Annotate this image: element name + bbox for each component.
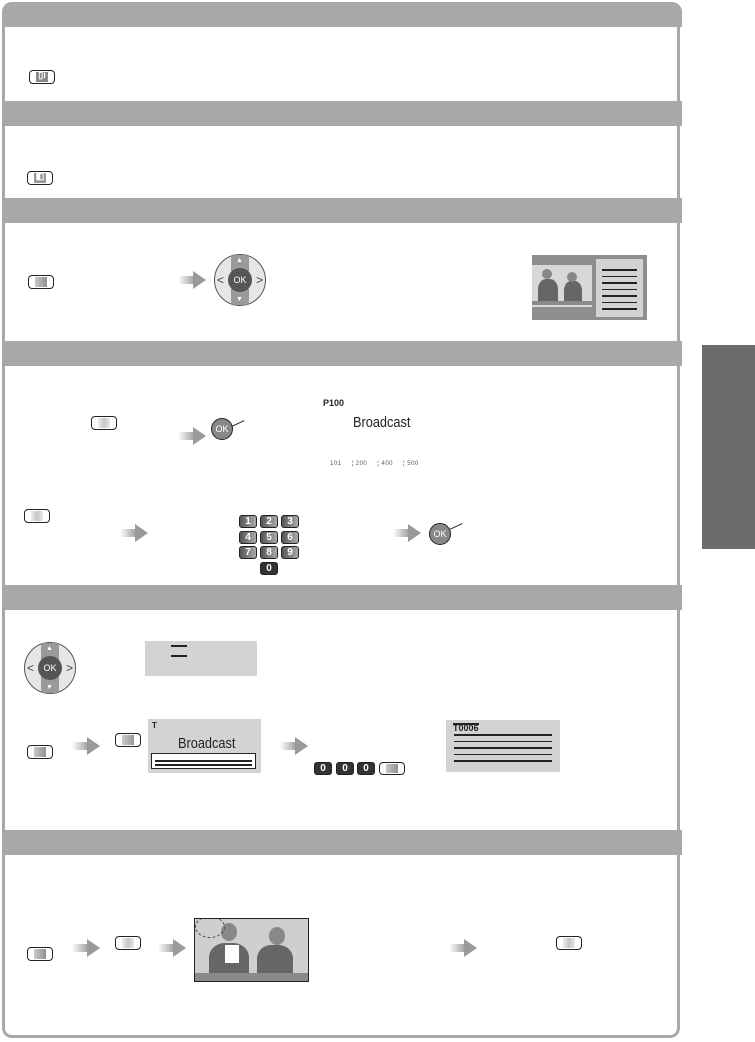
ok-button[interactable]: OK	[429, 523, 451, 545]
number-key-4[interactable]: 4	[239, 531, 257, 544]
arrow-right-icon	[449, 939, 477, 957]
up-arrow-icon[interactable]: ▲	[46, 645, 53, 652]
ok-button[interactable]: OK	[38, 656, 62, 680]
arrow-right-icon	[72, 939, 100, 957]
fastext-link[interactable]: 101	[330, 461, 342, 467]
arrow-right-icon	[178, 427, 206, 445]
fastext-link[interactable]: 400	[382, 461, 394, 467]
page-prefix: T	[152, 721, 157, 730]
fastext-links: 101 ¦ 200 ¦ 400 ¦ 500	[330, 461, 419, 467]
number-key-2[interactable]: 2	[260, 515, 278, 528]
number-key-1[interactable]: 1	[239, 515, 257, 528]
number-key-0[interactable]: 0	[357, 762, 375, 775]
color-button[interactable]	[27, 745, 53, 759]
split-screen-preview	[532, 255, 647, 320]
teletext-broadcast-panel: T Broadcast	[148, 719, 261, 773]
arrow-right-icon	[280, 737, 308, 755]
number-key-0[interactable]: 0	[260, 562, 278, 575]
color-button[interactable]	[379, 762, 405, 775]
hold-icon: ◧	[35, 171, 45, 181]
subpage-panel: T0006	[446, 720, 560, 772]
arrow-right-icon	[393, 524, 421, 542]
teletext-page-panel	[596, 259, 643, 317]
update-button-2[interactable]	[556, 936, 582, 950]
chapter-side-tab[interactable]	[702, 345, 755, 549]
section-header-3	[2, 198, 682, 223]
index-button-2[interactable]	[24, 509, 50, 523]
fastext-link[interactable]: 200	[356, 461, 368, 467]
down-arrow-icon[interactable]: ▼	[236, 296, 243, 303]
section-header-1	[2, 2, 682, 27]
fastext-link[interactable]: 500	[407, 461, 419, 467]
section-header-5	[2, 585, 682, 610]
number-key-0[interactable]: 0	[336, 762, 354, 775]
down-arrow-icon[interactable]: ▼	[46, 684, 53, 691]
page-frame	[2, 2, 680, 1038]
index-button[interactable]	[91, 416, 117, 430]
hold-button[interactable]: ◧	[27, 171, 53, 185]
page-number: P100	[323, 398, 345, 408]
page-title: Broadcast	[353, 414, 411, 431]
arrow-right-icon	[120, 524, 148, 542]
right-arrow-icon[interactable]: >	[256, 273, 263, 287]
arrow-right-icon	[72, 737, 100, 755]
color-button[interactable]	[27, 947, 53, 961]
left-arrow-icon[interactable]: <	[27, 661, 34, 675]
tv-picture	[194, 918, 309, 982]
number-key-6[interactable]: 6	[281, 531, 299, 544]
cursor-keys-dpad[interactable]: ▲ ▼ < > OK	[214, 254, 266, 306]
number-key-7[interactable]: 7	[239, 546, 257, 559]
subpage-code: T0006	[453, 723, 479, 733]
arrow-right-icon	[158, 939, 186, 957]
section-header-4	[2, 341, 682, 366]
page-title: Broadcast	[178, 735, 236, 752]
cursor-keys-dpad[interactable]: ▲ ▼ < > OK	[24, 642, 76, 694]
section-header-2	[2, 101, 682, 126]
tv-picture	[532, 265, 592, 307]
arrow-right-icon	[178, 271, 206, 289]
menu-preview-panel	[145, 641, 257, 676]
number-key-5[interactable]: 5	[260, 531, 278, 544]
up-arrow-icon[interactable]: ▲	[236, 257, 243, 264]
info-icon: ▯i	[38, 70, 46, 80]
color-button[interactable]	[28, 275, 54, 289]
number-key-0[interactable]: 0	[314, 762, 332, 775]
ok-button[interactable]: OK	[211, 418, 233, 440]
ok-button[interactable]: OK	[228, 268, 252, 292]
left-arrow-icon[interactable]: <	[217, 273, 224, 287]
section-header-6	[2, 830, 682, 855]
subpage-button[interactable]	[115, 733, 141, 747]
info-button[interactable]: ▯i	[29, 70, 55, 84]
number-key-3[interactable]: 3	[281, 515, 299, 528]
number-key-8[interactable]: 8	[260, 546, 278, 559]
update-button[interactable]	[115, 936, 141, 950]
number-key-9[interactable]: 9	[281, 546, 299, 559]
right-arrow-icon[interactable]: >	[66, 661, 73, 675]
